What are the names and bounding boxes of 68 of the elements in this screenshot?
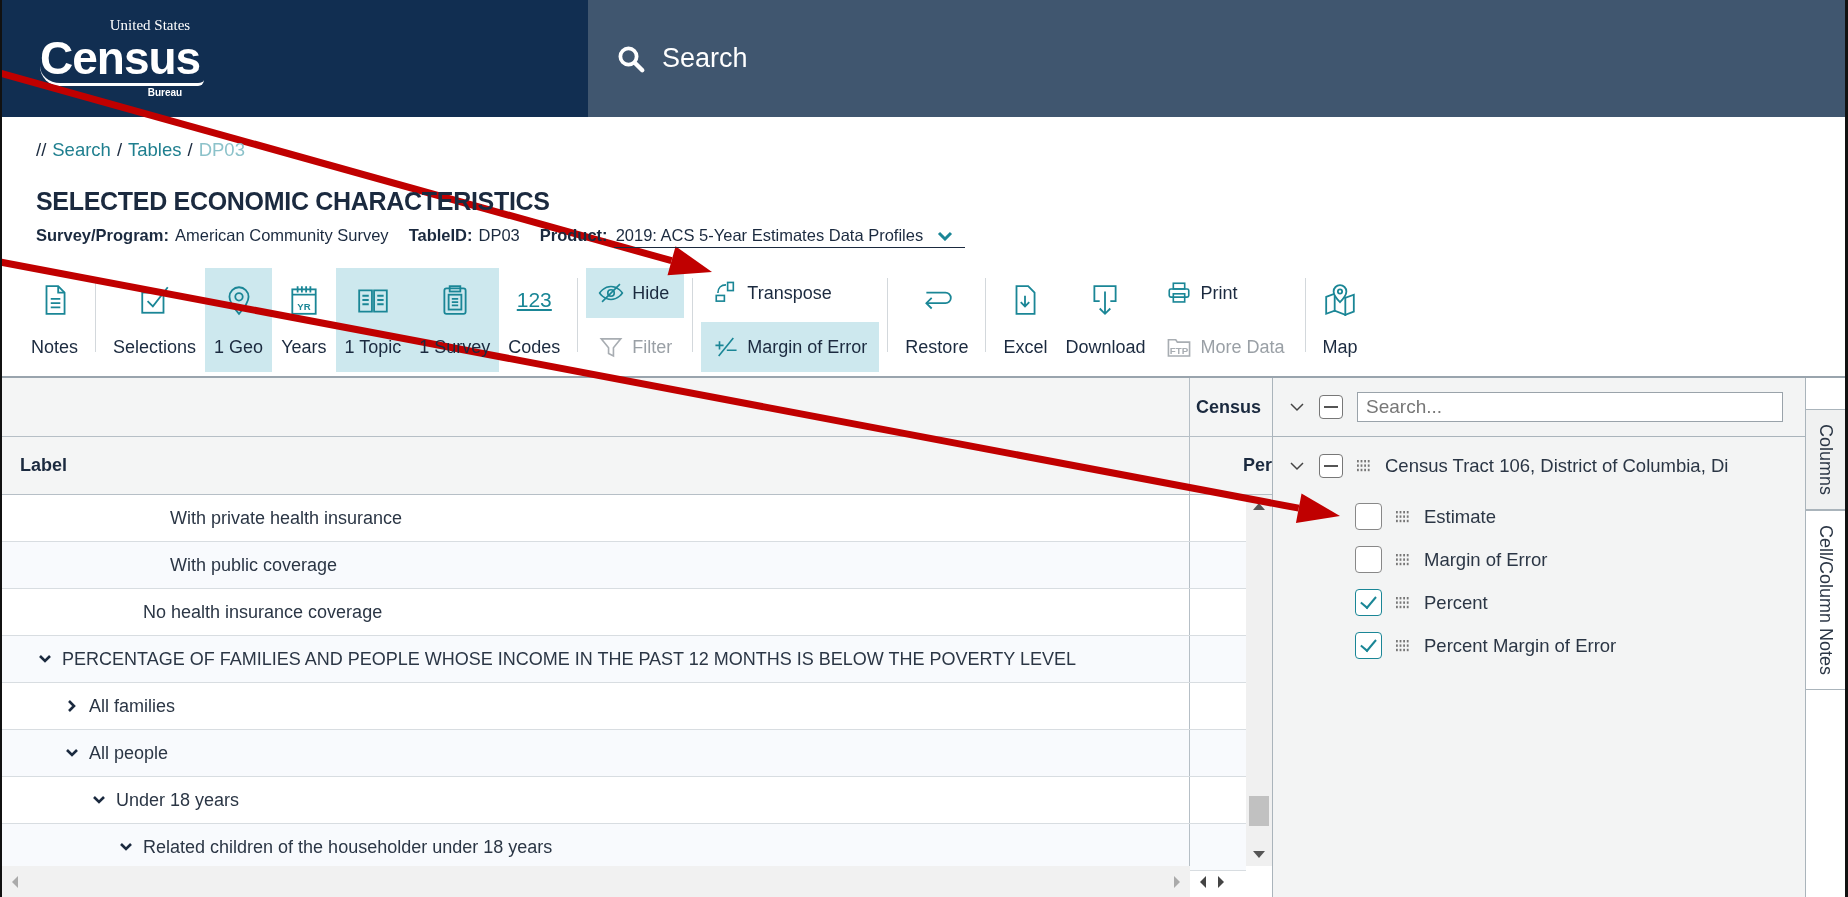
search-field[interactable]: Search <box>660 42 1064 75</box>
product-dropdown[interactable]: 2019: ACS 5-Year Estimates Data Profiles <box>613 226 966 248</box>
breadcrumb-link[interactable]: Tables <box>128 139 182 161</box>
minus-checkbox-icon[interactable] <box>1319 454 1343 478</box>
toolbar-button[interactable]: Transpose <box>701 268 880 318</box>
row-label: Related children of the householder under 18 years <box>143 836 553 858</box>
row-label: All families <box>89 695 176 717</box>
row-label: PERCENTAGE OF FAMILIES AND PEOPLE WHOSE INCOME IN THE PAST 12 MONTHS IS BELOW THE POVERTY LEVEL <box>62 648 1076 670</box>
row-label: With public coverage <box>170 554 338 576</box>
drag-handle-icon[interactable] <box>1396 639 1410 652</box>
meta-value: DP03 <box>478 226 520 245</box>
column-header: Per <box>1241 454 1272 477</box>
side-tab[interactable]: Cell/Column Notes <box>1806 510 1845 691</box>
toolbar-button[interactable]: 1 Geo <box>205 268 273 372</box>
drag-handle-icon[interactable] <box>1396 553 1410 566</box>
number-icon: 123 <box>516 288 552 312</box>
scrollbar-thumb[interactable] <box>1249 796 1269 826</box>
row-label: With private health insurance <box>170 507 403 529</box>
toolbar-button[interactable]: Print <box>1154 268 1297 318</box>
toolbar-button[interactable]: YR Years <box>272 268 336 372</box>
toolbar-button[interactable]: 123 Codes <box>499 268 570 372</box>
minus-checkbox-icon[interactable] <box>1319 395 1343 419</box>
drag-handle-icon[interactable] <box>1396 510 1410 523</box>
toolbar-button[interactable]: Excel <box>994 268 1057 372</box>
scroll-up-icon[interactable] <box>1253 503 1265 510</box>
checkbox[interactable] <box>1355 632 1382 659</box>
drag-handle-icon[interactable] <box>1357 460 1371 472</box>
row-label: All people <box>89 742 169 764</box>
toolbar-button[interactable]: Download <box>1056 268 1155 372</box>
chevron-down-icon[interactable] <box>1289 461 1305 471</box>
chevron-down-icon <box>937 230 954 241</box>
scroll-down-icon[interactable] <box>1253 851 1265 858</box>
drag-handle-icon[interactable] <box>1396 596 1410 609</box>
toolbar-button[interactable]: Selections <box>104 268 206 372</box>
breadcrumb-separator: / <box>187 139 193 161</box>
row-label: No health insurance coverage <box>143 601 383 623</box>
printer-icon <box>1166 280 1193 306</box>
column-option-label: Percent <box>1424 591 1488 614</box>
column-option-label: Estimate <box>1424 505 1496 528</box>
checkbox[interactable] <box>1355 503 1382 530</box>
checkbox[interactable] <box>1355 589 1382 616</box>
column-option-label: Margin of Error <box>1424 548 1548 571</box>
row-label: Under 18 years <box>116 789 240 811</box>
map-icon <box>1323 282 1357 318</box>
meta-label: Survey/Program: <box>36 226 169 245</box>
toolbar-button[interactable]: Notes <box>22 268 88 372</box>
side-tab[interactable]: Columns <box>1806 409 1845 511</box>
breadcrumb-separator: / <box>116 139 123 161</box>
meta-value: American Community Survey <box>174 226 389 245</box>
meta-label: TableID: <box>408 226 473 245</box>
column-group-label: Census Tract 106, District of Columbia, Di <box>1385 455 1729 477</box>
toolbar-button[interactable]: 1 Topic <box>335 268 411 372</box>
toolbar-button[interactable]: Restore <box>896 268 978 372</box>
scroll-right-icon[interactable] <box>1218 875 1224 888</box>
search-field[interactable]: Search... <box>1357 392 1783 422</box>
breadcrumb-link[interactable]: Search <box>52 139 111 161</box>
breadcrumb-separator: // <box>36 139 47 161</box>
scroll-left-icon[interactable] <box>1200 875 1206 888</box>
census-logo[interactable]: United States Census Bureau <box>40 15 205 102</box>
toolbar-button[interactable]: Hide <box>586 268 685 318</box>
chevron-down-icon[interactable] <box>1289 402 1305 412</box>
vertical-scrollbar[interactable] <box>1246 495 1272 866</box>
checkbox[interactable] <box>1355 546 1382 573</box>
toolbar-button[interactable]: Map <box>1313 268 1367 372</box>
column-header: Label <box>2 437 1190 494</box>
column-group-header: Census <box>1195 395 1263 419</box>
toolbar-button[interactable]: Margin of Error <box>701 322 880 372</box>
column-option-label: Percent Margin of Error <box>1424 634 1617 657</box>
